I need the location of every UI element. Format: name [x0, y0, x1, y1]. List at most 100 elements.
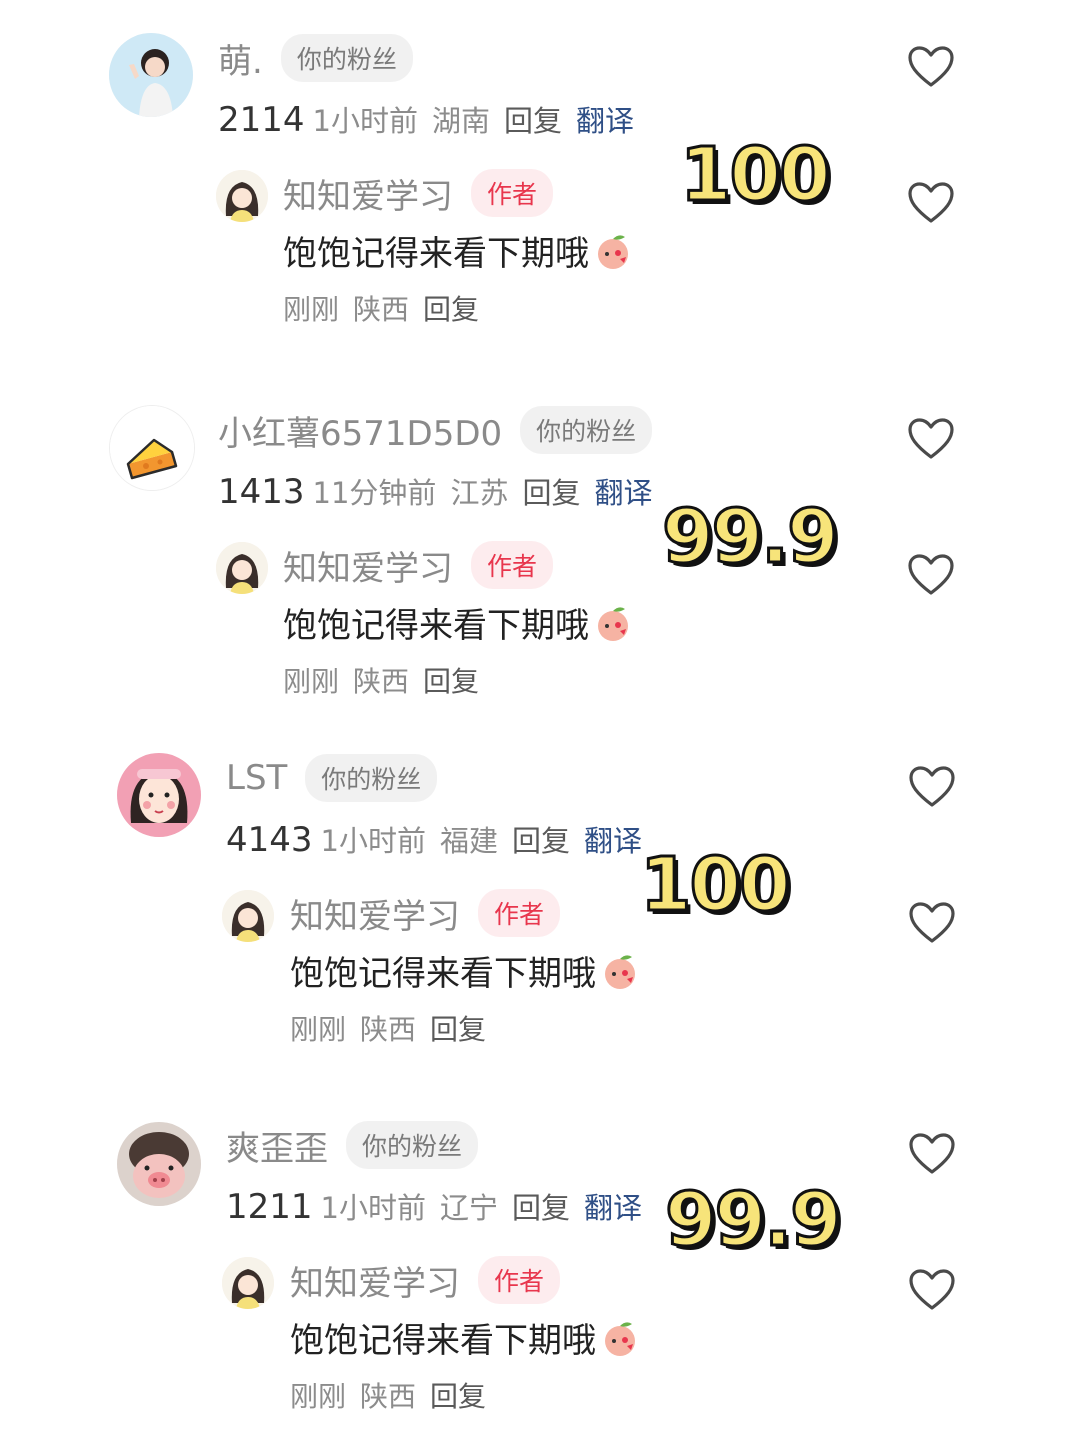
peach-emoji-icon: [593, 603, 633, 643]
translate-button[interactable]: 翻译: [576, 98, 634, 140]
reply-button[interactable]: 回复: [512, 1185, 570, 1227]
comment-meta: 1413 11分钟前 江苏 回复 翻译: [218, 470, 652, 512]
comment-number: 1413: [218, 472, 305, 512]
comment-time: 11分钟前: [312, 476, 437, 510]
reply-text-content: 饱饱记得来看下期哦: [283, 234, 589, 274]
author-badge: 作者: [478, 889, 561, 937]
username[interactable]: 小红薯6571D5D0: [218, 406, 502, 455]
reply-text: 饱饱记得来看下期哦: [290, 1313, 640, 1362]
reply-location: 陕西: [360, 1380, 417, 1413]
fan-badge: 你的粉丝: [346, 1121, 479, 1169]
comment-thread: 萌. 你的粉丝 2114 1小时前 湖南 回复 翻译 100 知知爱学习 作者 …: [0, 0, 1080, 360]
username[interactable]: LST: [226, 758, 287, 798]
comment-meta: 4143 1小时前 福建 回复 翻译: [226, 818, 642, 860]
heart-outline-icon[interactable]: [907, 181, 955, 225]
heart-outline-icon[interactable]: [908, 1132, 956, 1176]
reply-text: 饱饱记得来看下期哦: [283, 226, 633, 275]
comment-header: 小红薯6571D5D0 你的粉丝: [218, 404, 653, 456]
reply-text: 饱饱记得来看下期哦: [283, 598, 633, 647]
heart-outline-icon[interactable]: [908, 1268, 956, 1312]
author-avatar[interactable]: [222, 1257, 274, 1309]
reply-button[interactable]: 回复: [430, 1375, 486, 1415]
comment-number: 2114: [218, 100, 305, 140]
author-avatar[interactable]: [216, 170, 268, 222]
reply-button[interactable]: 回复: [423, 660, 479, 700]
fan-badge: 你的粉丝: [520, 406, 653, 454]
reply-time: 刚刚: [283, 665, 340, 698]
score-overlay: 100: [678, 131, 831, 220]
reply-meta: 刚刚 陕西 回复: [283, 660, 479, 700]
comment-header: 萌. 你的粉丝: [218, 32, 413, 84]
reply-time: 刚刚: [290, 1013, 347, 1046]
reply-time: 刚刚: [283, 293, 340, 326]
heart-outline-icon[interactable]: [907, 417, 955, 461]
comment-time: 1小时前: [320, 824, 426, 858]
reply-text: 饱饱记得来看下期哦: [290, 946, 640, 995]
reply-meta: 刚刚 陕西 回复: [283, 288, 479, 328]
translate-button[interactable]: 翻译: [584, 1185, 642, 1227]
reply-text-content: 饱饱记得来看下期哦: [290, 954, 596, 994]
author-username[interactable]: 知知爱学习: [283, 169, 453, 218]
comment-location: 辽宁: [439, 1191, 498, 1225]
comment-time: 1小时前: [320, 1191, 426, 1225]
comment-meta: 2114 1小时前 湖南 回复 翻译: [218, 98, 634, 140]
author-badge: 作者: [478, 1256, 561, 1304]
comment-location: 湖南: [431, 104, 490, 138]
comment-location: 福建: [439, 824, 498, 858]
author-badge: 作者: [471, 541, 554, 589]
fan-badge: 你的粉丝: [280, 34, 413, 82]
username[interactable]: 萌.: [218, 34, 263, 83]
reply-header: 知知爱学习 作者: [290, 888, 561, 938]
reply-button[interactable]: 回复: [504, 98, 562, 140]
reply-location: 陕西: [353, 665, 410, 698]
author-username[interactable]: 知知爱学习: [290, 889, 460, 938]
peach-emoji-icon: [600, 1318, 640, 1358]
reply-button[interactable]: 回复: [512, 818, 570, 860]
reply-button[interactable]: 回复: [430, 1008, 486, 1048]
heart-outline-icon[interactable]: [907, 553, 955, 597]
reply-header: 知知爱学习 作者: [283, 168, 554, 218]
author-avatar[interactable]: [222, 890, 274, 942]
comment-thread: LST 你的粉丝 4143 1小时前 福建 回复 翻译 100 知知爱学习 作者…: [0, 720, 1080, 1080]
peach-emoji-icon: [593, 231, 633, 271]
user-avatar[interactable]: [109, 405, 195, 491]
fan-badge: 你的粉丝: [305, 754, 438, 802]
reply-header: 知知爱学习 作者: [290, 1255, 561, 1305]
reply-button[interactable]: 回复: [423, 288, 479, 328]
comment-thread: 小红薯6571D5D0 你的粉丝 1413 11分钟前 江苏 回复 翻译 99.…: [0, 372, 1080, 732]
comment-header: 爽歪歪 你的粉丝: [226, 1119, 479, 1171]
heart-outline-icon[interactable]: [908, 901, 956, 945]
translate-button[interactable]: 翻译: [584, 818, 642, 860]
reply-location: 陕西: [353, 293, 410, 326]
user-avatar[interactable]: [117, 753, 201, 837]
comment-location: 江苏: [450, 476, 509, 510]
reply-meta: 刚刚 陕西 回复: [290, 1375, 486, 1415]
comment-thread: 爽歪歪 你的粉丝 1211 1小时前 辽宁 回复 翻译 99.9 知知爱学习 作…: [0, 1089, 1080, 1441]
author-username[interactable]: 知知爱学习: [283, 541, 453, 590]
peach-emoji-icon: [600, 951, 640, 991]
reply-header: 知知爱学习 作者: [283, 540, 554, 590]
author-avatar[interactable]: [216, 542, 268, 594]
heart-outline-icon[interactable]: [908, 765, 956, 809]
author-username[interactable]: 知知爱学习: [290, 1256, 460, 1305]
heart-outline-icon[interactable]: [907, 45, 955, 89]
reply-location: 陕西: [360, 1013, 417, 1046]
score-overlay: 99.9: [661, 493, 841, 582]
comment-number: 1211: [226, 1187, 313, 1227]
score-overlay: 100: [638, 841, 791, 930]
reply-meta: 刚刚 陕西 回复: [290, 1008, 486, 1048]
reply-text-content: 饱饱记得来看下期哦: [283, 606, 589, 646]
comment-number: 4143: [226, 820, 313, 860]
comment-meta: 1211 1小时前 辽宁 回复 翻译: [226, 1185, 642, 1227]
username[interactable]: 爽歪歪: [226, 1121, 328, 1170]
reply-text-content: 饱饱记得来看下期哦: [290, 1321, 596, 1361]
comment-header: LST 你的粉丝: [226, 752, 438, 804]
author-badge: 作者: [471, 169, 554, 217]
reply-time: 刚刚: [290, 1380, 347, 1413]
reply-button[interactable]: 回复: [522, 470, 580, 512]
score-overlay: 99.9: [664, 1176, 844, 1265]
translate-button[interactable]: 翻译: [594, 470, 652, 512]
user-avatar[interactable]: [109, 33, 193, 117]
user-avatar[interactable]: [117, 1122, 201, 1206]
comment-time: 1小时前: [312, 104, 418, 138]
